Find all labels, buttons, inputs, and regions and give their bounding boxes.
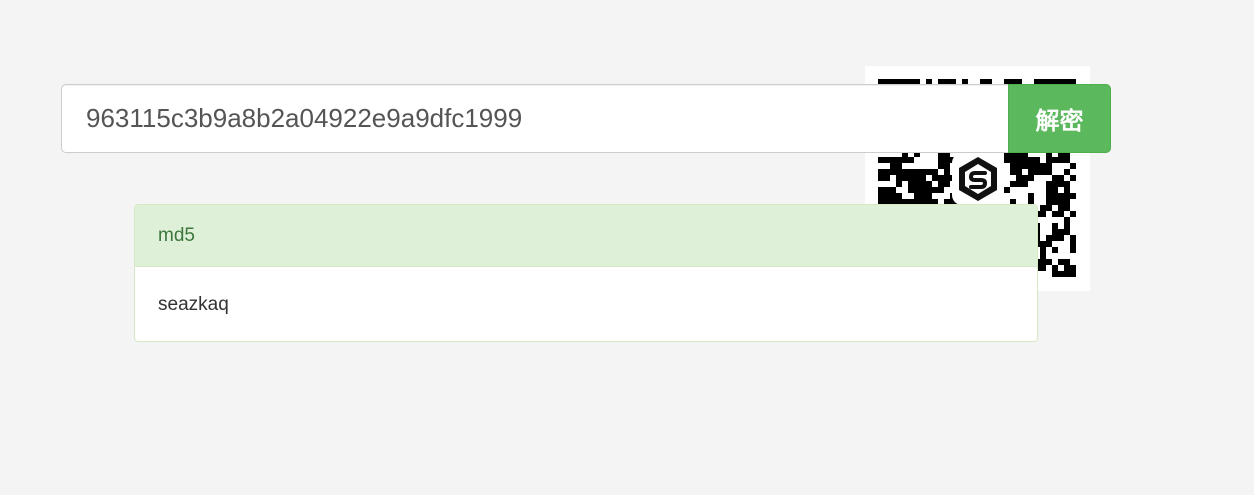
page: 解密 md5 seazkaq [0,0,1254,495]
hash-type-heading: md5 [135,205,1037,267]
hash-search-group: 解密 [61,84,1111,153]
result-panel: md5 seazkaq [134,204,1038,342]
shield-logo-icon [952,153,1004,205]
plaintext-result: seazkaq [158,294,229,315]
decrypt-button[interactable]: 解密 [1008,84,1111,153]
hash-input[interactable] [61,84,1008,153]
